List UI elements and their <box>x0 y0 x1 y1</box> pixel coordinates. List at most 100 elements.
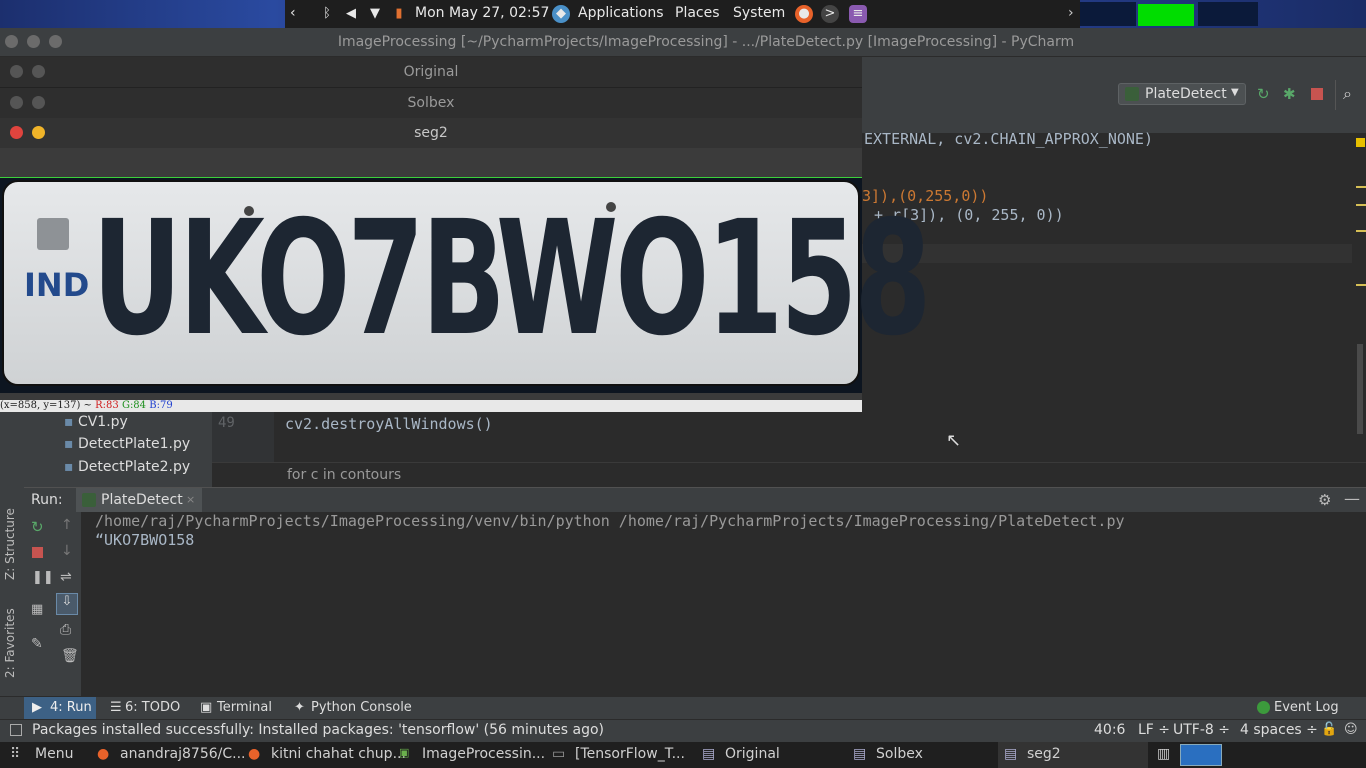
indent-setting[interactable]: 4 spaces ÷ <box>1240 722 1318 738</box>
trash-icon[interactable]: 🗑 <box>61 648 79 664</box>
tree-item-detectplate1[interactable]: ▪ DetectPlate1.py <box>64 436 190 452</box>
scrollbar-thumb[interactable] <box>1357 344 1363 434</box>
tab-terminal[interactable]: Terminal <box>217 700 272 715</box>
hologram-sticker <box>37 218 69 250</box>
battery-icon[interactable]: ▮ <box>390 5 408 23</box>
run-config-label: PlateDetect <box>1145 86 1227 102</box>
window-minimize-button[interactable] <box>32 126 45 139</box>
tree-item-cv1[interactable]: ▪ CV1.py <box>64 414 128 430</box>
marker[interactable] <box>1356 230 1366 232</box>
file-encoding[interactable]: UTF-8 ÷ <box>1173 722 1230 738</box>
left-tool-strip: Z: Structure 2: Favorites <box>0 410 24 696</box>
list-icon: ☰ <box>110 700 122 715</box>
pixel-r: R:83 <box>95 400 119 411</box>
window-seg2-titlebar[interactable]: seg2 <box>0 118 862 149</box>
chevron-left-icon[interactable]: ‹ <box>290 5 296 21</box>
window-minimize-button[interactable] <box>32 96 45 109</box>
tab-event-log[interactable]: Event Log <box>1274 700 1339 715</box>
rerun-icon[interactable]: ↻ <box>1257 85 1270 103</box>
taskbar-item-active[interactable] <box>998 742 1148 768</box>
breadcrumb: for c in contours <box>212 462 1366 487</box>
tab-todo[interactable]: 6: TODO <box>125 700 180 715</box>
volume-icon[interactable]: ◀ <box>342 5 360 23</box>
pause-icon[interactable]: ❚❚ <box>32 570 54 585</box>
close-icon[interactable]: × <box>186 493 195 506</box>
scroll-to-end-icon[interactable]: ⇩ <box>56 593 78 615</box>
stop-icon[interactable] <box>1311 88 1323 100</box>
soft-wrap-icon[interactable]: ⇌ <box>60 569 72 585</box>
line-number-gutter: 49 <box>212 410 274 462</box>
firefox-icon: ● <box>97 746 110 762</box>
project-tree: ▪ CV1.py ▪ DetectPlate1.py ▪ DetectPlate… <box>24 410 212 487</box>
taskbar-item[interactable]: kitni chahat chup... <box>271 746 406 764</box>
status-message[interactable]: Packages installed successfully: Install… <box>32 722 604 738</box>
taskbar-item[interactable]: ImageProcessin... <box>422 746 545 764</box>
gear-icon[interactable]: ⚙ <box>1318 491 1331 509</box>
rerun-icon[interactable]: ↻ <box>31 518 44 536</box>
search-icon[interactable]: ⌕ <box>1343 84 1352 104</box>
menu-system[interactable]: System <box>733 5 785 21</box>
arrow-down-icon[interactable]: ↓ <box>61 543 73 559</box>
run-tab[interactable]: PlateDetect × <box>76 488 202 513</box>
marker[interactable] <box>1356 284 1366 286</box>
window-close-button[interactable] <box>10 96 23 109</box>
structure-tab[interactable]: Z: Structure <box>3 490 21 580</box>
inspector-icon[interactable]: ☺ <box>1344 722 1358 737</box>
menu-places[interactable]: Places <box>675 5 720 21</box>
taskbar-item[interactable]: Original <box>725 746 780 764</box>
debug-icon[interactable]: ✱ <box>1283 85 1296 103</box>
text-editor-icon[interactable]: ≡ <box>849 5 867 23</box>
lock-icon[interactable]: 🔓 <box>1321 722 1337 737</box>
print-icon[interactable]: ⎙ <box>60 622 71 638</box>
cpu-monitor[interactable] <box>1080 2 1136 26</box>
pin-icon[interactable]: ✎ <box>31 636 43 652</box>
mem-monitor[interactable] <box>1138 4 1194 26</box>
chevron-right-icon[interactable]: › <box>1068 5 1074 21</box>
window-close-button[interactable] <box>10 126 23 139</box>
bottom-tool-tabs: ▶ 4: Run ☰ 6: TODO ▣ Terminal ✦ Python C… <box>0 696 1366 719</box>
top-panel-monitors: › <box>1068 0 1366 28</box>
apps-grid-icon[interactable]: ⠿ <box>10 746 20 764</box>
warning-marker[interactable] <box>1356 138 1365 147</box>
error-stripe[interactable] <box>1352 134 1366 462</box>
arrow-up-icon[interactable]: ↑ <box>61 517 73 533</box>
cursor-position[interactable]: 40:6 <box>1094 722 1125 738</box>
nav-bar: PlateDetect ▼ ↻ ✱ ⌕ <box>861 80 1366 110</box>
stop-icon[interactable] <box>32 547 43 558</box>
pixel-b: B:79 <box>149 400 173 411</box>
window-original-titlebar[interactable]: Original <box>0 57 862 88</box>
taskbar-item[interactable]: Solbex <box>876 746 923 764</box>
marker[interactable] <box>1356 186 1366 188</box>
console-command: /home/raj/PycharmProjects/ImageProcessin… <box>95 512 1125 530</box>
run-console[interactable]: /home/raj/PycharmProjects/ImageProcessin… <box>82 512 1366 696</box>
layout-icon[interactable]: ▦ <box>31 602 43 617</box>
taskbar-item[interactable]: [TensorFlow_T... <box>575 746 685 764</box>
taskbar-item[interactable]: anandraj8756/C... <box>120 746 246 764</box>
favorites-tab[interactable]: 2: Favorites <box>3 598 21 678</box>
window-close-button[interactable] <box>10 65 23 78</box>
tab-run[interactable]: ▶ 4: Run <box>24 697 96 719</box>
breadcrumb-item[interactable]: for c in contours <box>287 467 401 483</box>
net-monitor[interactable] <box>1198 2 1258 26</box>
marker[interactable] <box>1356 204 1366 206</box>
line-separator[interactable]: LF ÷ <box>1138 722 1170 738</box>
minimize-panel-icon[interactable]: — <box>1344 489 1360 508</box>
play-icon: ▶ <box>32 700 42 715</box>
taskbar-item[interactable]: seg2 <box>1027 746 1061 764</box>
window-solbex-titlebar[interactable]: Solbex <box>0 88 862 119</box>
taskbar-menu[interactable]: Menu <box>35 746 73 764</box>
terminal-icon[interactable]: > <box>821 5 839 23</box>
firefox-icon[interactable]: ● <box>795 5 813 23</box>
status-toggle-icon[interactable] <box>10 724 22 736</box>
tree-item-detectplate2[interactable]: ▪ DetectPlate2.py <box>64 459 190 475</box>
clock[interactable]: Mon May 27, 02:57 <box>415 5 549 21</box>
run-config-select[interactable]: PlateDetect ▼ <box>1118 83 1246 105</box>
wifi-icon[interactable]: ▼ <box>366 5 384 23</box>
bluetooth-icon[interactable]: ᛒ <box>318 5 336 23</box>
window-minimize-button[interactable] <box>32 65 45 78</box>
workspace-icon[interactable]: ▥ <box>1157 746 1170 764</box>
menu-applications[interactable]: Applications <box>578 5 664 21</box>
workspace-switcher[interactable] <box>1180 744 1222 766</box>
folder-icon: ▭ <box>552 746 566 762</box>
tab-python-console[interactable]: Python Console <box>311 700 412 715</box>
